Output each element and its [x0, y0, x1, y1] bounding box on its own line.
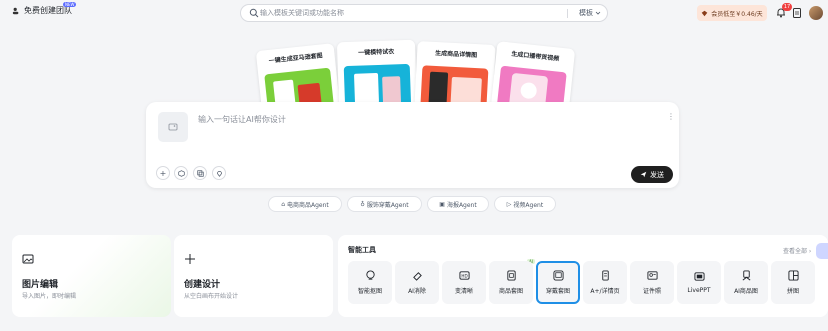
tool-label: 穿戴套图 [545, 288, 570, 295]
vip-button[interactable]: 会员低至￥0.46/天 [697, 5, 767, 21]
vip-label: 会员低至￥0.46/天 [711, 10, 763, 18]
team-icon [12, 7, 19, 14]
ai-product-icon [742, 270, 750, 281]
tool-label: A+/详情页 [590, 288, 620, 295]
smart-tools-title: 智能工具 [348, 246, 376, 254]
tool-wear-set[interactable]: 穿戴套图 [536, 261, 580, 304]
tool-label: AI商品图 [734, 288, 758, 295]
side-float-button[interactable] [816, 243, 828, 259]
location-icon[interactable] [212, 166, 226, 180]
create-team-button[interactable]: 免费创建团队 [12, 5, 72, 16]
tool-label: 商品套图 [498, 288, 523, 295]
tool-smart-cutout[interactable]: 智能抠图 [348, 261, 392, 304]
feature-card-title: 生成商品详情图 [434, 49, 478, 60]
cutout-icon [365, 270, 375, 280]
agent-icon: ▷ [506, 200, 512, 208]
tool-label: 拼图 [786, 288, 799, 295]
detail-page-icon [601, 270, 609, 281]
tool-label: 智能抠图 [357, 288, 382, 295]
create-design-subtitle: 从空白画布开始设计 [184, 293, 239, 300]
upload-image-button[interactable] [158, 112, 188, 142]
feature-card-model-tryon[interactable]: 一键模特试衣 [336, 39, 418, 109]
tool-ai-eraser[interactable]: AI消除 [395, 261, 439, 304]
new-badge: NEW [63, 2, 77, 7]
plus-icon [185, 254, 195, 264]
diamond-icon [701, 10, 708, 16]
agent-label: 电商商品Agent [287, 201, 329, 209]
tool-label: 证件照 [642, 288, 661, 295]
id-photo-icon [646, 271, 658, 280]
create-design-card[interactable]: 创建设计 从空白画布开始设计 [174, 235, 333, 317]
product-set-icon [506, 270, 516, 281]
add-icon[interactable]: + [156, 166, 170, 180]
tool-label: AI消除 [408, 288, 426, 295]
tool-label: LivePPT [687, 287, 711, 294]
image-edit-title: 图片编辑 [22, 280, 59, 290]
search-scope-select[interactable]: 模板 [579, 8, 601, 18]
image-edit-card[interactable]: 图片编辑 导入图片，即时编辑 [12, 235, 171, 317]
layers-icon[interactable] [193, 166, 207, 180]
feature-card-title: 生成口播带货视频 [510, 50, 560, 63]
agent-label: 视频Agent [513, 201, 544, 209]
agent-label: 海报Agent [446, 201, 477, 209]
send-icon [640, 171, 647, 178]
view-all-link[interactable]: 查看全部 › [783, 246, 811, 255]
tool-hd[interactable]: HD 变清晰 [442, 261, 486, 304]
cube-icon[interactable] [174, 166, 188, 180]
search-bar[interactable]: 输入模板关键词或功能名称 模板 [240, 4, 608, 22]
feature-card-title: 一键生成亚马逊套图 [268, 52, 323, 65]
send-button[interactable]: 发送 [631, 166, 673, 183]
search-divider [567, 9, 568, 18]
svg-text:HD: HD [461, 273, 467, 278]
agent-chip-apparel[interactable]: ♁ 服饰穿戴Agent [347, 196, 422, 212]
image-edit-subtitle: 导入图片，即时编辑 [22, 293, 77, 300]
search-input[interactable]: 输入模板关键词或功能名称 [260, 8, 344, 18]
tool-collage[interactable]: 拼图 [771, 261, 815, 304]
chevron-down-icon [595, 11, 601, 15]
tool-liveppt[interactable]: LivePPT [677, 261, 721, 304]
tool-product-set[interactable]: 商品套图 [489, 261, 533, 304]
tool-id-photo[interactable]: 证件照 [630, 261, 674, 304]
search-scope-label: 模板 [579, 9, 593, 17]
wear-set-icon [552, 270, 564, 281]
tool-ai-product[interactable]: AI商品图 [724, 261, 768, 304]
agent-chip-ecommerce[interactable]: ⌂ 电商商品Agent [268, 196, 342, 212]
agent-label: 服饰穿戴Agent [366, 201, 409, 209]
create-design-title: 创建设计 [184, 280, 221, 290]
send-label: 发送 [650, 170, 664, 179]
image-icon [22, 254, 34, 264]
eraser-icon [412, 272, 422, 281]
agent-icon: ♁ [360, 200, 365, 208]
agent-chip-video[interactable]: ▷ 视频Agent [494, 196, 556, 212]
search-icon [249, 8, 259, 18]
avatar[interactable] [809, 6, 823, 20]
feature-card-title: 一键模特试衣 [358, 48, 395, 57]
hd-icon: HD [458, 271, 470, 280]
document-icon[interactable] [793, 8, 801, 18]
agent-icon: ⌂ [281, 200, 286, 208]
agent-chip-poster[interactable]: ▣ 海报Agent [427, 196, 489, 212]
image-upload-icon [168, 123, 178, 131]
tool-detail-page[interactable]: A+/详情页 [583, 261, 627, 304]
collage-icon [787, 270, 799, 281]
feature-card-detail[interactable]: 生成商品详情图 [414, 41, 496, 111]
agent-icon: ▣ [439, 200, 445, 208]
ppt-icon [693, 272, 705, 281]
notification-count: 17 [782, 3, 792, 11]
prompt-input[interactable]: 输入一句话让AI帮你设计 [198, 114, 286, 125]
tool-label: 变清晰 [454, 288, 473, 295]
more-icon[interactable]: ⋮ [667, 112, 675, 121]
